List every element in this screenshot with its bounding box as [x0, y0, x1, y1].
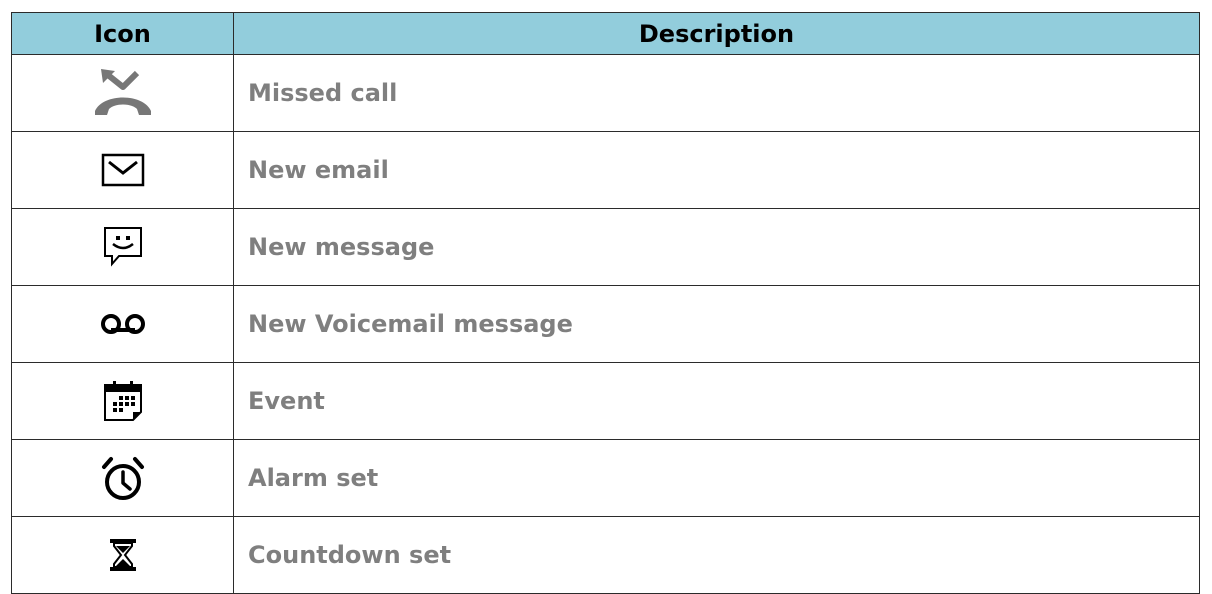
table-row: Alarm set	[11, 439, 1200, 517]
table-row: Missed call	[11, 54, 1200, 132]
voicemail-icon	[100, 314, 145, 334]
description-cell: New message	[233, 208, 1200, 286]
description-cell: Alarm set	[233, 439, 1200, 517]
description-cell: Missed call	[233, 54, 1200, 132]
message-icon	[103, 227, 142, 267]
table-row: Countdown set	[11, 516, 1200, 594]
table-row: Event	[11, 362, 1200, 440]
icon-cell	[11, 208, 234, 286]
table-header-row: Icon Description	[11, 12, 1200, 55]
icon-cell	[11, 54, 234, 132]
table-row: New Voicemail message	[11, 285, 1200, 363]
table-row: New message	[11, 208, 1200, 286]
alarm-clock-icon	[101, 457, 144, 500]
hourglass-icon	[109, 539, 136, 571]
icon-description-table: Icon Description Missed call New email N…	[11, 12, 1200, 594]
calendar-event-icon	[103, 381, 142, 421]
icon-cell	[11, 131, 234, 209]
icon-cell	[11, 516, 234, 594]
header-icon: Icon	[11, 12, 234, 55]
icon-cell	[11, 439, 234, 517]
description-cell: Countdown set	[233, 516, 1200, 594]
header-description: Description	[233, 12, 1200, 55]
table-row: New email	[11, 131, 1200, 209]
description-cell: Event	[233, 362, 1200, 440]
icon-cell	[11, 362, 234, 440]
description-cell: New Voicemail message	[233, 285, 1200, 363]
email-icon	[101, 153, 144, 187]
icon-cell	[11, 285, 234, 363]
missed-call-icon	[94, 69, 151, 115]
description-cell: New email	[233, 131, 1200, 209]
